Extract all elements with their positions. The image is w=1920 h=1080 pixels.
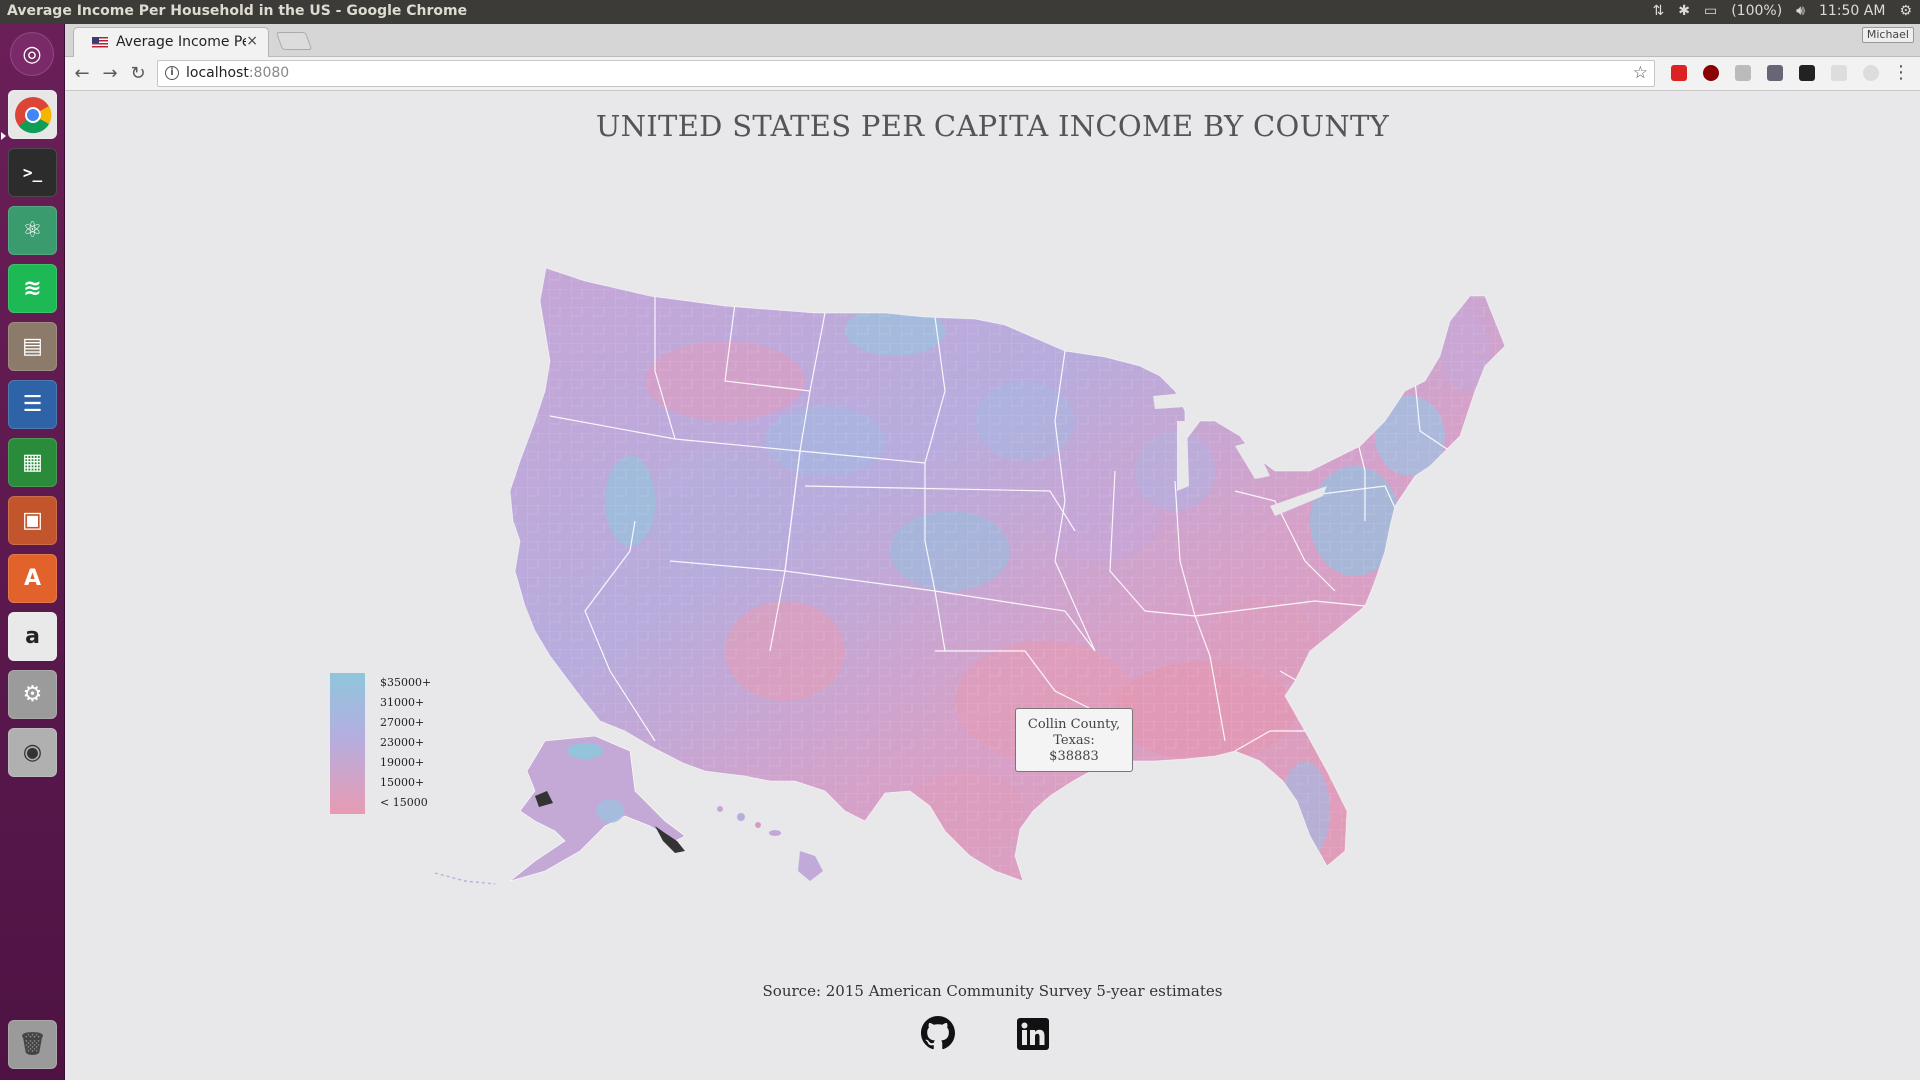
info-icon[interactable]: i: [165, 66, 179, 80]
source-text: Source: 2015 American Community Survey 5…: [762, 982, 1223, 1000]
page-content: UNITED STATES PER CAPITA INCOME BY COUNT…: [65, 91, 1920, 1080]
tooltip-county: Collin County,: [1027, 717, 1121, 732]
extension-es-icon[interactable]: [1767, 65, 1783, 81]
tab-strip: Average Income Pe × Michael: [65, 24, 1920, 57]
us-flag-icon: [92, 37, 108, 48]
extension-light-icon[interactable]: [1831, 65, 1847, 81]
terminal-icon[interactable]: >_: [8, 148, 57, 197]
linkedin-icon[interactable]: [1017, 1018, 1051, 1052]
indicator-area: ⇅ ✱ ▭ (100%) 🔊︎ 11:50 AM ⚙: [1653, 3, 1913, 19]
tooltip-state: Texas:: [1053, 733, 1095, 748]
clock[interactable]: 11:50 AM: [1819, 3, 1885, 19]
top-panel: Average Income Per Household in the US -…: [0, 0, 1920, 24]
bluetooth-icon[interactable]: ✱: [1678, 3, 1690, 19]
battery-percent[interactable]: (100%): [1731, 3, 1782, 19]
volume-icon[interactable]: 🔊︎: [1796, 3, 1805, 19]
extension-gray-icon[interactable]: [1735, 65, 1751, 81]
extension-coin-icon[interactable]: [1799, 65, 1815, 81]
legend-color-bar: [330, 673, 365, 814]
window-title: Average Income Per Household in the US -…: [7, 3, 468, 19]
hawaii[interactable]: [717, 806, 823, 881]
chrome-menu-icon[interactable]: ⋮: [1892, 62, 1910, 83]
software-center-icon[interactable]: A: [8, 554, 57, 603]
reload-icon[interactable]: ↻: [127, 63, 149, 85]
chrome-icon[interactable]: [8, 90, 57, 139]
county-tooltip: Collin County, Texas: $38883: [1015, 708, 1133, 772]
spotify-icon[interactable]: ≋: [8, 264, 57, 313]
writer-icon[interactable]: ☰: [8, 380, 57, 429]
atom-icon[interactable]: ⚛: [8, 206, 57, 255]
legend-label: 19000+: [380, 756, 425, 769]
profile-button[interactable]: Michael: [1861, 27, 1914, 43]
back-icon[interactable]: ←: [71, 63, 93, 85]
extension-youtube-icon[interactable]: [1671, 65, 1687, 81]
system-settings-icon[interactable]: ⚙: [8, 670, 57, 719]
files-icon[interactable]: ▤: [8, 322, 57, 371]
tab-title: Average Income Pe: [116, 34, 246, 50]
new-tab-button[interactable]: [275, 32, 313, 50]
battery-icon[interactable]: ▭: [1704, 3, 1717, 19]
legend-label: 31000+: [380, 696, 425, 709]
bookmark-star-icon[interactable]: ☆: [1633, 63, 1648, 83]
url-text[interactable]: localhost:8080: [186, 65, 289, 81]
address-bar[interactable]: i localhost:8080 ☆: [157, 60, 1655, 87]
conus-counties[interactable]: [495, 261, 1525, 901]
legend-label: 23000+: [380, 736, 425, 749]
launcher: ◎ >_ ⚛ ≋ ▤ ☰ ▦ ▣ A a ⚙ ◉ 🗑︎: [0, 24, 65, 1080]
screenshot-icon[interactable]: ◉: [8, 728, 57, 777]
trash-icon[interactable]: 🗑︎: [8, 1020, 57, 1069]
legend-label: $35000+: [380, 676, 432, 689]
lake-michigan: [1177, 421, 1189, 491]
legend-label: 27000+: [380, 716, 425, 729]
amazon-icon[interactable]: a: [8, 612, 57, 661]
gear-icon[interactable]: ⚙: [1899, 3, 1912, 19]
impress-icon[interactable]: ▣: [8, 496, 57, 545]
extension-circle-icon[interactable]: [1863, 65, 1879, 81]
legend-label: 15000+: [380, 776, 425, 789]
browser-toolbar: ← → ↻ i localhost:8080 ☆ ⋮: [65, 57, 1920, 91]
legend-label: < 15000: [380, 796, 428, 809]
github-icon[interactable]: [921, 1016, 955, 1050]
ubuntu-dash-icon[interactable]: ◎: [10, 32, 54, 76]
forward-icon[interactable]: →: [99, 63, 121, 85]
extension-ublock-icon[interactable]: [1703, 65, 1719, 81]
tab-active[interactable]: Average Income Pe ×: [73, 27, 269, 57]
tab-close-icon[interactable]: ×: [246, 33, 258, 49]
calc-icon[interactable]: ▦: [8, 438, 57, 487]
us-county-map[interactable]: [65, 91, 1920, 1080]
alaska[interactable]: [434, 735, 686, 885]
tooltip-income: $38883: [1049, 749, 1099, 764]
network-icon[interactable]: ⇅: [1653, 3, 1665, 19]
